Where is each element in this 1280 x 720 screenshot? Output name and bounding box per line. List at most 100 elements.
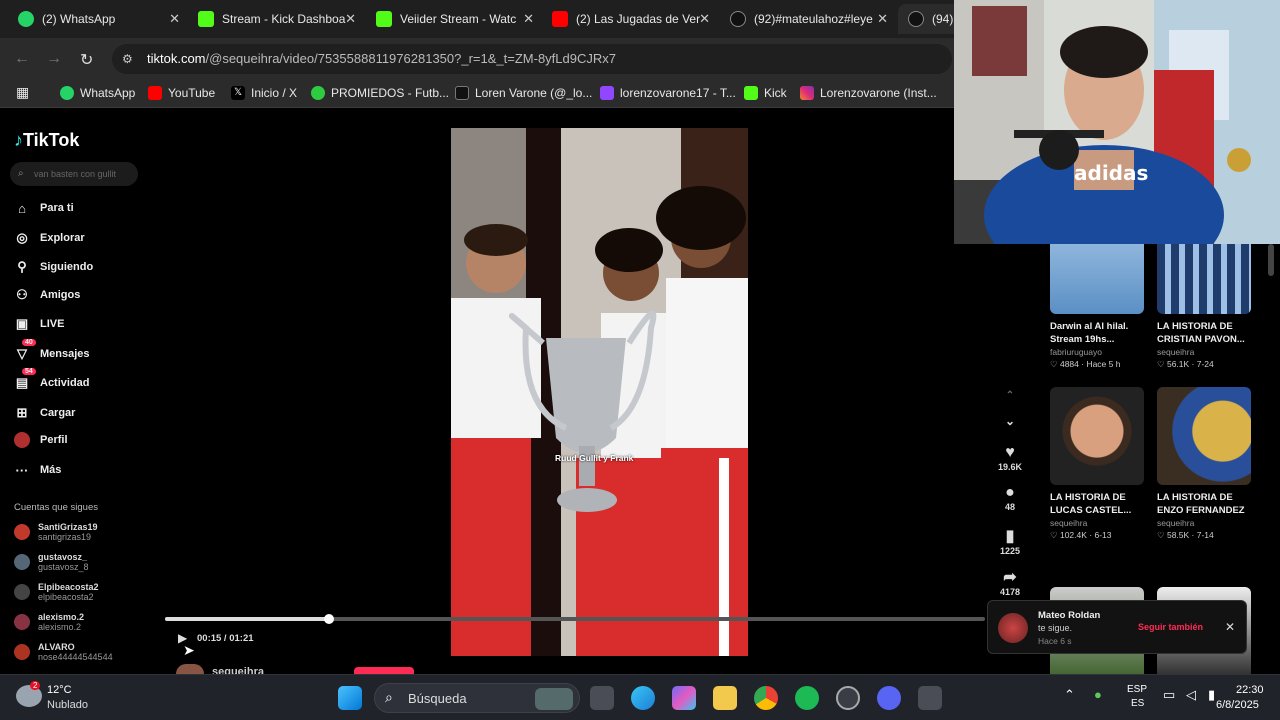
tab-tiktok-1[interactable]: (92)#mateulahoz#leye ✕ (720, 4, 896, 34)
task-view-icon[interactable] (590, 686, 614, 710)
keyboard-layout[interactable]: ES (1131, 698, 1144, 709)
spotify-icon[interactable] (795, 686, 819, 710)
heart-icon: ♥ (1005, 444, 1015, 461)
tab-youtube[interactable]: (2) Las Jugadas de Ver ✕ (542, 4, 718, 34)
weather-desc[interactable]: Nublado (47, 699, 88, 711)
forward-arrow-icon[interactable]: → (46, 50, 62, 68)
progress-handle[interactable] (324, 614, 334, 624)
volume-icon[interactable]: ◁ (1186, 687, 1196, 703)
edge-icon[interactable] (631, 686, 655, 710)
taskbar-search[interactable]: ⌕ Búsqueda (374, 683, 580, 713)
windows-start-icon[interactable] (338, 686, 362, 710)
file-explorer-icon[interactable] (713, 686, 737, 710)
video-card[interactable]: LA HISTORIA DE ENZO FERNANDEZ ... sequei… (1157, 387, 1253, 541)
video-card[interactable]: LA HISTORIA DE LUCAS CASTEL... sequeihra… (1050, 387, 1146, 541)
reload-icon[interactable]: ↻ (80, 50, 93, 70)
following-item[interactable]: ALVARO nose44444544544 (14, 642, 113, 662)
following-item[interactable]: alexismo.2 alexismo.2 (14, 612, 84, 632)
close-icon[interactable]: ✕ (169, 11, 180, 27)
bookmark-x[interactable]: 𝕏 Inicio / X (231, 86, 297, 100)
share-icon: ➦ (1003, 569, 1017, 586)
nav-perfil[interactable]: Perfil (14, 432, 68, 448)
back-arrow-icon[interactable]: ← (14, 50, 30, 68)
tab-whatsapp[interactable]: (2) WhatsApp ✕ (8, 4, 188, 34)
nav-cargar[interactable]: ⊞ Cargar (14, 405, 76, 421)
close-icon[interactable]: ✕ (1225, 620, 1235, 634)
bookmark-instagram[interactable]: Lorenzovarone (Inst... (800, 86, 937, 100)
url-input[interactable]: ⚙ tiktok.com/@sequeihra/video/7535588811… (112, 44, 952, 74)
clock-date[interactable]: 6/8/2025 (1216, 699, 1259, 711)
close-icon[interactable]: ✕ (699, 11, 710, 27)
close-icon[interactable]: ✕ (877, 11, 888, 27)
comment-button[interactable]: ● 48 (996, 484, 1024, 512)
video-card[interactable]: Darwin al Al hilal. Stream 19hs... fabri… (1050, 244, 1146, 370)
following-item[interactable]: Elpibeacosta2 elpibeacosta2 (14, 582, 99, 602)
video-card[interactable]: LA HISTORIA DE CRISTIAN PAVON... sequeih… (1157, 244, 1253, 370)
avatar-icon (14, 432, 30, 448)
close-icon[interactable]: ✕ (523, 11, 534, 27)
author-avatar[interactable] (176, 664, 204, 674)
video-thumbnail (1157, 387, 1251, 485)
video-thumbnail (1157, 244, 1251, 314)
nav-amigos[interactable]: ⚇ Amigos (14, 287, 80, 303)
video-player[interactable]: Ruud Gullit y Frank (451, 128, 748, 656)
gamepad-icon[interactable] (918, 686, 942, 710)
tab-tiktok-active[interactable]: (94)L (898, 4, 960, 34)
whatsapp-icon (18, 11, 34, 27)
chevron-up-icon[interactable]: ⌃ (1064, 687, 1075, 703)
bookmark-promiedos[interactable]: PROMIEDOS - Futb... (311, 86, 449, 100)
twitch-icon (600, 86, 614, 100)
video-progress-bar[interactable] (165, 614, 985, 624)
nav-explorar[interactable]: ◎ Explorar (14, 230, 84, 246)
apps-grid-icon[interactable]: ▦ (16, 84, 29, 101)
save-button[interactable]: ▮ 1225 (996, 526, 1024, 556)
close-icon[interactable]: ✕ (345, 11, 356, 27)
nav-actividad[interactable]: ▤ 54 Actividad (14, 368, 90, 391)
mouse-cursor-icon: ➤ (183, 642, 195, 658)
obs-icon[interactable] (836, 686, 860, 710)
follow-button[interactable] (354, 667, 414, 674)
weather-temp[interactable]: 12°C (47, 684, 72, 696)
copilot-icon[interactable] (672, 686, 696, 710)
scroll-up-icon[interactable]: ⌃ (996, 390, 1024, 401)
video-thumbnail (1050, 387, 1144, 485)
more-icon: ··· (15, 462, 29, 478)
avatar (14, 614, 30, 630)
friends-icon: ⚇ (16, 287, 28, 302)
bookmark-youtube[interactable]: YouTube (148, 86, 215, 100)
language-code[interactable]: ESP (1127, 684, 1147, 695)
tab-veiider-stream[interactable]: Veiider Stream - Watc ✕ (366, 4, 542, 34)
following-item[interactable]: SantiGrizas19 santigrizas19 (14, 522, 98, 542)
network-icon[interactable]: ▭ (1163, 687, 1175, 703)
tiktok-logo[interactable]: ♪TikTok (14, 130, 79, 151)
nav-siguiendo[interactable]: ⚲ Siguiendo (14, 259, 93, 275)
nav-mensajes[interactable]: ▽ 40 Mensajes (14, 339, 90, 362)
bookmark-twitch[interactable]: lorenzovarone17 - T... (600, 86, 736, 100)
bookmark-whatsapp[interactable]: WhatsApp (60, 86, 135, 100)
nav-live[interactable]: ▣ LIVE (14, 316, 65, 332)
kick-icon (198, 11, 214, 27)
clock-time[interactable]: 22:30 (1236, 684, 1264, 696)
following-item[interactable]: gustavosz_ gustavosz_8 (14, 552, 89, 572)
share-button[interactable]: ➦ 4178 (996, 567, 1024, 597)
notification-text: te sigue. (1038, 623, 1073, 633)
x-logo-icon: 𝕏 (231, 86, 245, 100)
svg-text:adidas: adidas (1074, 161, 1148, 185)
battery-icon[interactable]: ▮ (1208, 687, 1215, 703)
scroll-down-icon[interactable]: ⌄ (996, 414, 1024, 428)
nav-mas[interactable]: ··· Más (14, 462, 62, 478)
scrollbar[interactable] (1268, 244, 1274, 276)
nav-para-ti[interactable]: ⌂ Para ti (14, 200, 74, 216)
bookmark-tiktok[interactable]: Loren Varone (@_lo... (455, 86, 592, 100)
discord-icon[interactable] (877, 686, 901, 710)
search-input[interactable]: ⌕ van basten con gullit (10, 162, 138, 186)
bookmark-kick[interactable]: Kick (744, 86, 787, 100)
follow-back-button[interactable]: Seguir también (1138, 622, 1203, 632)
youtube-icon (148, 86, 162, 100)
site-info-icon[interactable]: ⚙ (122, 44, 133, 74)
microphone-icon[interactable]: ● (1094, 687, 1102, 702)
like-button[interactable]: ♥ 19.6K (996, 444, 1024, 472)
tab-kick-dashboard[interactable]: Stream - Kick Dashboa ✕ (188, 4, 364, 34)
chrome-icon[interactable] (754, 686, 778, 710)
windows-taskbar: 2 12°C Nublado ⌕ Búsqueda ⌃ ● ESP ES ▭ ◁… (0, 674, 1280, 720)
